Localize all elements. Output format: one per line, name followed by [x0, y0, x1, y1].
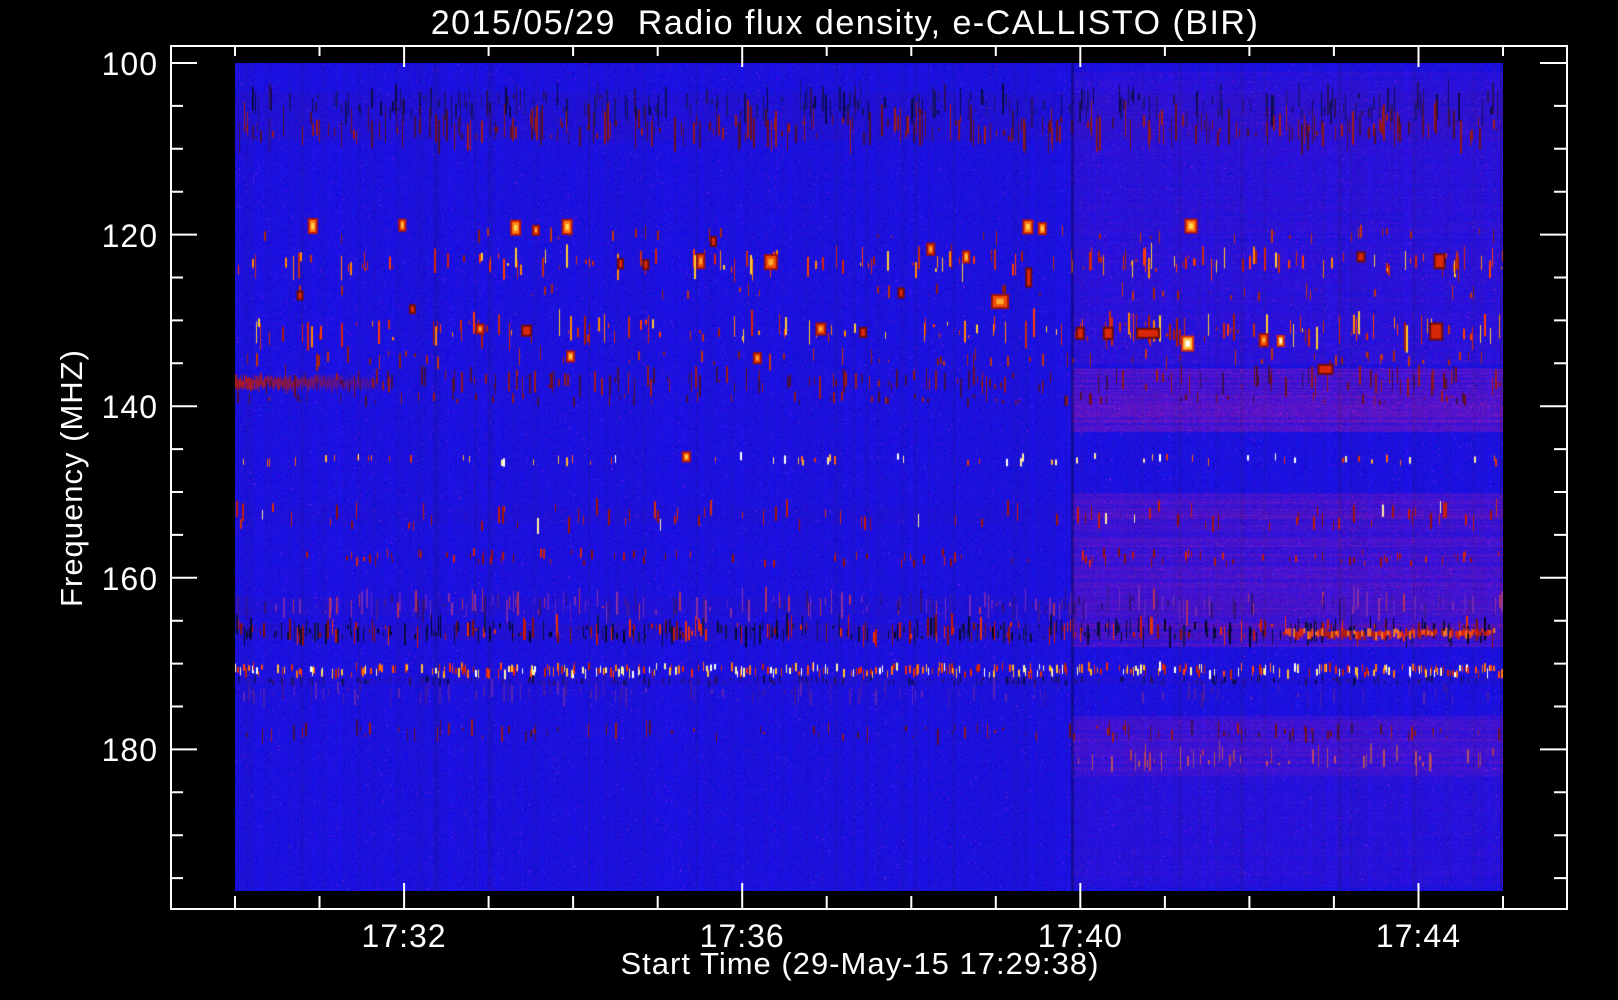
- x-tick-label: 17:32: [361, 918, 447, 954]
- y-tick-label: 180: [101, 732, 158, 769]
- x-axis-title: Start Time (29-May-15 17:29:38): [620, 946, 1100, 981]
- axis-ticks: [170, 45, 1567, 909]
- y-tick-label: 100: [101, 46, 158, 82]
- spectrogram-page: 2015/05/29 Radio flux density, e-CALLIST…: [0, 0, 1618, 1000]
- axes-frame: [170, 45, 1568, 910]
- y-tick-label: 120: [101, 217, 158, 254]
- x-tick-label: 17:44: [1375, 918, 1461, 954]
- plot-frame: [170, 45, 1568, 910]
- y-axis-title: Frequency (MHZ): [54, 349, 89, 607]
